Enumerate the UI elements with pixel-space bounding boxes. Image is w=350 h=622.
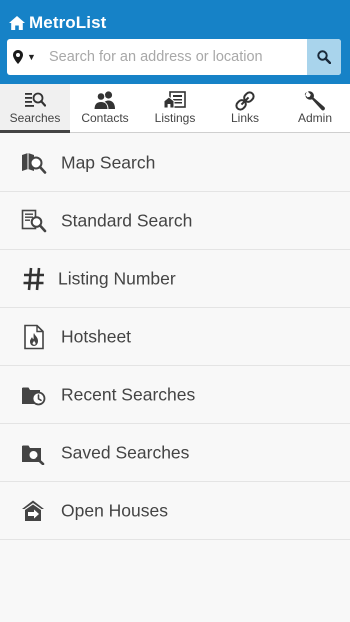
menu-item-open-houses[interactable]: Open Houses [0,482,350,540]
open-houses-icon [22,500,44,521]
search-menu: Map Search Standard Search Listing Numbe [0,134,350,540]
menu-item-map-search[interactable]: Map Search [0,134,350,192]
tab-label: Listings [154,111,196,125]
search-bar: ▼ [7,39,341,75]
brand[interactable]: MetroList [8,13,106,33]
tab-contacts[interactable]: Contacts [70,84,140,132]
tab-label: Admin [297,111,332,125]
menu-item-label: Hotsheet [61,326,132,346]
chevron-down-icon: ▼ [27,51,36,62]
menu-item-label: Saved Searches [61,442,190,462]
contacts-icon [93,91,115,110]
tab-listings[interactable]: Listings [140,84,210,132]
home-icon [9,16,25,30]
listings-icon [163,91,186,109]
menu-item-recent-searches[interactable]: Recent Searches [0,366,350,424]
menu-item-label: Map Search [61,152,156,172]
menu-item-label: Standard Search [61,210,193,230]
menu-item-label: Recent Searches [61,384,196,404]
menu-item-standard-search[interactable]: Standard Search [0,192,350,250]
tab-searches[interactable]: Searches [0,84,70,133]
search-button[interactable] [307,39,341,75]
menu-item-saved-searches[interactable]: Saved Searches [0,424,350,482]
tab-label: Searches [9,111,61,125]
tab-admin[interactable]: Admin [280,84,350,132]
location-type-dropdown[interactable]: ▼ [13,39,49,75]
app-header: MetroList ▼ [0,0,350,84]
links-icon [235,91,255,111]
brand-name: MetroList [29,13,107,32]
tab-label: Links [230,111,259,125]
menu-item-listing-number[interactable]: Listing Number [0,250,350,308]
recent-searches-icon [22,387,46,405]
map-search-icon [22,152,47,174]
tab-links[interactable]: Links [210,84,280,132]
search-input[interactable] [47,39,311,75]
hotsheet-icon [24,324,44,349]
tab-label: Contacts [81,111,129,125]
menu-item-hotsheet[interactable]: Hotsheet [0,308,350,366]
menu-item-label: Listing Number [58,268,176,288]
standard-search-icon [21,209,47,232]
search-icon [317,50,331,64]
hash-icon [23,267,44,290]
tab-bar: Searches Contacts Listings Links Admin [0,84,350,133]
map-pin-icon [13,50,23,64]
wrench-icon [304,91,325,111]
menu-item-label: Open Houses [61,500,169,520]
searches-icon [25,92,46,107]
saved-searches-icon [22,445,45,465]
